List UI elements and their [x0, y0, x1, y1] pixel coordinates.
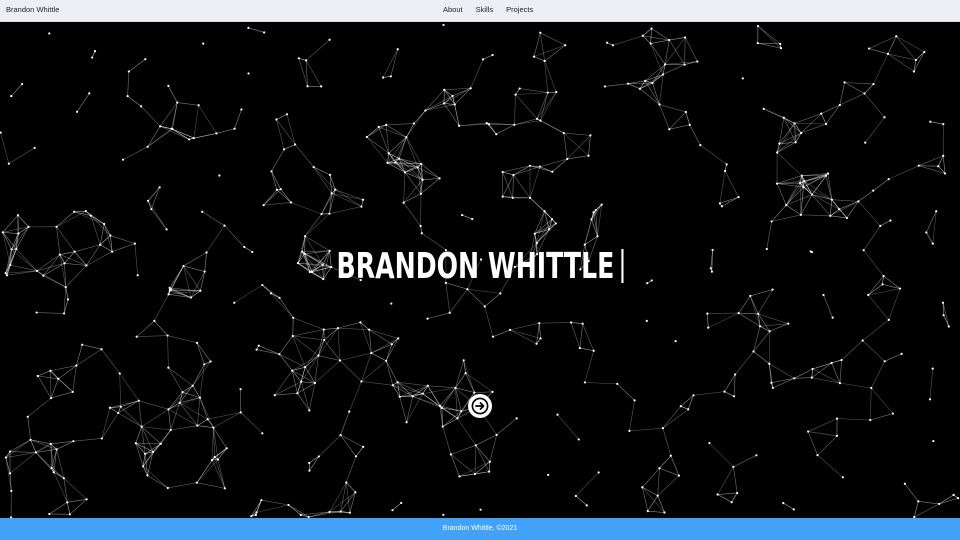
- arrow-right-icon: [471, 397, 489, 415]
- top-navbar: Brandon Whittle About Skills Projects: [0, 0, 960, 22]
- footer: Brandon Whittle, ©2021: [0, 518, 960, 540]
- footer-copyright: Brandon Whittle, ©2021: [442, 525, 518, 532]
- hero-section: BRANDON WHITTLE: [0, 22, 960, 518]
- brand-link[interactable]: Brandon Whittle: [6, 5, 59, 14]
- nav-link-about[interactable]: About: [443, 5, 463, 14]
- hero-title: BRANDON WHITTLE: [336, 246, 615, 287]
- nav-links: About Skills Projects: [443, 5, 533, 14]
- typing-cursor: [621, 249, 624, 283]
- nav-link-projects[interactable]: Projects: [506, 5, 533, 14]
- scroll-next-button[interactable]: [468, 394, 492, 418]
- nav-link-skills[interactable]: Skills: [476, 5, 494, 14]
- hero-title-wrapper: BRANDON WHITTLE: [144, 246, 816, 287]
